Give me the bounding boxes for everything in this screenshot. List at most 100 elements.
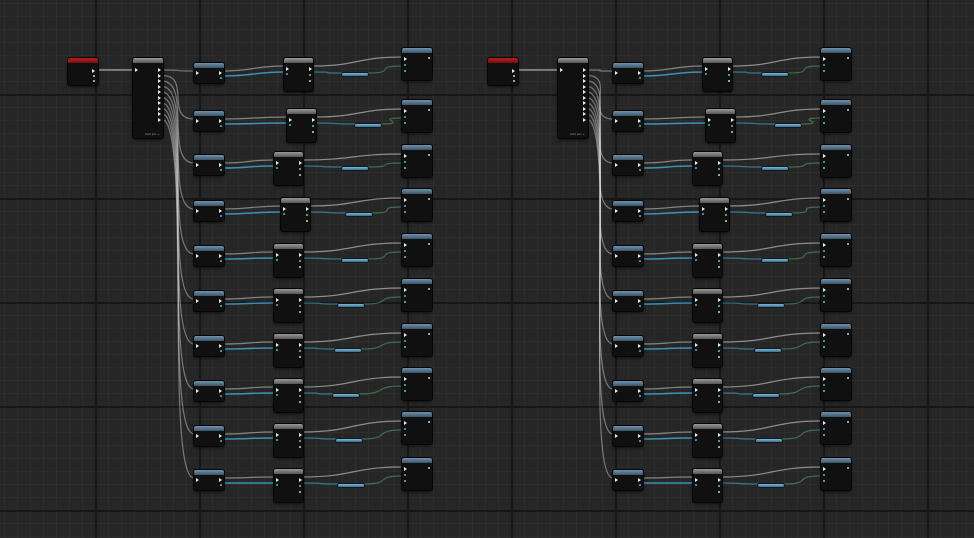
right-function-node-9-header[interactable] — [693, 469, 722, 474]
left-function-out-pin-3[interactable] — [306, 214, 308, 216]
right-function-node-8[interactable] — [693, 424, 722, 457]
left-set-exec-out-pin-1[interactable] — [428, 109, 430, 111]
left-set-target-pin-5[interactable] — [404, 295, 406, 297]
right-get-exec-in-pin-1[interactable] — [615, 119, 618, 123]
right-variable-node-9[interactable] — [758, 484, 784, 487]
right-function-node-8-header[interactable] — [693, 424, 722, 429]
left-get-exec-out-pin-3[interactable] — [219, 209, 222, 213]
right-function-exec-out-pin-4[interactable] — [718, 253, 721, 257]
right-function-node-9[interactable] — [693, 469, 722, 502]
right-event-node-header[interactable] — [488, 58, 518, 63]
left-set-node-5-header[interactable] — [402, 279, 432, 284]
left-function-out-pin-1[interactable] — [312, 125, 314, 127]
right-set-target-pin-5[interactable] — [823, 295, 825, 297]
right-get-exec-in-pin-7[interactable] — [615, 389, 618, 393]
left-get-exec-in-pin-1[interactable] — [196, 119, 199, 123]
left-set-exec-out-pin-7[interactable] — [428, 377, 430, 379]
right-sequence-then-pin-0[interactable] — [583, 68, 586, 72]
left-set-value-pin-4[interactable] — [404, 256, 406, 258]
right-function-exec-in-pin-1[interactable] — [708, 118, 711, 122]
left-function-exec-out-pin-5[interactable] — [299, 298, 302, 302]
left-set-exec-out-pin-0[interactable] — [428, 57, 430, 59]
right-set-value-pin-4[interactable] — [823, 256, 825, 258]
right-get-node-6[interactable] — [613, 336, 643, 356]
left-variable-node-3[interactable] — [346, 213, 372, 216]
right-variable-node-5[interactable] — [758, 304, 784, 307]
right-set-node-4[interactable] — [821, 234, 851, 266]
right-function-out-pin-b-6[interactable] — [718, 356, 720, 358]
right-function-out-pin-8[interactable] — [718, 440, 720, 442]
right-function-exec-out-pin-6[interactable] — [718, 343, 721, 347]
right-function-out-pin-1[interactable] — [731, 125, 733, 127]
right-get-data-out-pin-5[interactable] — [639, 305, 641, 307]
right-function-exec-in-pin-3[interactable] — [702, 207, 705, 211]
left-get-data-out-pin-9[interactable] — [220, 484, 222, 486]
right-sequence-then-pin-9[interactable] — [583, 117, 586, 122]
left-set-node-6[interactable] — [402, 324, 432, 356]
left-event-data-out-pin-2[interactable] — [93, 80, 95, 82]
left-get-exec-in-pin-6[interactable] — [196, 344, 199, 348]
left-sequence-then-pin-6[interactable] — [158, 101, 161, 105]
right-set-node-3[interactable] — [821, 189, 851, 221]
right-get-node-1[interactable] — [613, 111, 643, 131]
left-set-node-7-header[interactable] — [402, 368, 432, 373]
right-function-exec-in-pin-6[interactable] — [695, 343, 698, 347]
left-get-node-6[interactable] — [194, 336, 224, 356]
left-sequence-then-pin-5[interactable] — [158, 95, 161, 100]
left-set-value-pin-9[interactable] — [404, 480, 406, 482]
left-set-target-pin-8[interactable] — [404, 428, 406, 430]
right-function-target-pin-9[interactable] — [695, 484, 697, 486]
right-function-target-pin-3[interactable] — [702, 213, 704, 215]
right-get-node-7[interactable] — [613, 381, 643, 401]
left-set-exec-in-pin-4[interactable] — [404, 243, 407, 247]
left-function-out-pin-4[interactable] — [299, 260, 301, 262]
right-set-node-2-header[interactable] — [821, 145, 851, 150]
right-set-target-pin-8[interactable] — [823, 428, 825, 430]
right-event-data-out-pin[interactable] — [513, 75, 515, 77]
right-function-node-1[interactable] — [706, 109, 735, 142]
right-get-node-2-header[interactable] — [613, 155, 643, 160]
right-variable-node-6[interactable] — [755, 349, 781, 352]
right-get-data-out-pin-3[interactable] — [639, 215, 641, 217]
left-set-value-pin-2[interactable] — [404, 167, 406, 169]
right-function-node-2[interactable] — [693, 152, 722, 185]
right-function-exec-out-pin-3[interactable] — [725, 207, 728, 211]
left-function-exec-in-pin-5[interactable] — [276, 298, 279, 302]
right-get-node-9[interactable] — [613, 470, 643, 490]
right-function-out-pin-b-4[interactable] — [718, 266, 720, 268]
left-function-out-pin-b-3[interactable] — [306, 220, 308, 222]
left-function-exec-out-pin-8[interactable] — [299, 433, 302, 437]
right-get-exec-in-pin-8[interactable] — [615, 434, 618, 438]
right-function-target-pin-5[interactable] — [695, 304, 697, 306]
right-get-exec-in-pin-0[interactable] — [615, 71, 618, 75]
right-set-exec-in-pin-1[interactable] — [823, 109, 826, 113]
left-set-target-pin-7[interactable] — [404, 384, 406, 386]
right-get-exec-out-pin-8[interactable] — [638, 434, 641, 438]
right-sequence-exec-in-pin[interactable] — [560, 68, 563, 72]
left-sequence-then-pin-8[interactable] — [158, 112, 161, 116]
left-get-node-0[interactable] — [194, 63, 224, 83]
right-function-out-pin-5[interactable] — [718, 305, 720, 307]
left-sequence-add-pin-label[interactable]: Add pin + — [145, 133, 160, 136]
left-event-exec-out-pin[interactable] — [92, 69, 95, 73]
right-set-value-pin-1[interactable] — [823, 122, 825, 124]
right-set-node-0[interactable] — [821, 48, 851, 80]
right-sequence-then-pin-1[interactable] — [583, 73, 586, 78]
right-set-target-pin-0[interactable] — [823, 64, 825, 66]
left-get-node-5-header[interactable] — [194, 291, 224, 296]
right-get-node-5[interactable] — [613, 291, 643, 311]
left-get-exec-in-pin-8[interactable] — [196, 434, 199, 438]
right-variable-node-2[interactable] — [762, 167, 788, 170]
left-set-exec-out-pin-4[interactable] — [428, 243, 430, 245]
left-set-target-pin-6[interactable] — [404, 340, 406, 342]
right-set-node-5-header[interactable] — [821, 279, 851, 284]
left-get-node-2[interactable] — [194, 155, 224, 175]
right-function-exec-out-pin-2[interactable] — [718, 161, 721, 165]
left-set-value-pin-0[interactable] — [404, 70, 406, 72]
left-get-data-out-pin-4[interactable] — [220, 260, 222, 262]
right-function-node-3[interactable] — [700, 198, 729, 231]
left-function-exec-in-pin-4[interactable] — [276, 253, 279, 257]
left-function-out-pin-b-6[interactable] — [299, 356, 301, 358]
right-function-target-pin-0[interactable] — [705, 73, 707, 75]
right-set-exec-out-pin-1[interactable] — [847, 109, 849, 111]
